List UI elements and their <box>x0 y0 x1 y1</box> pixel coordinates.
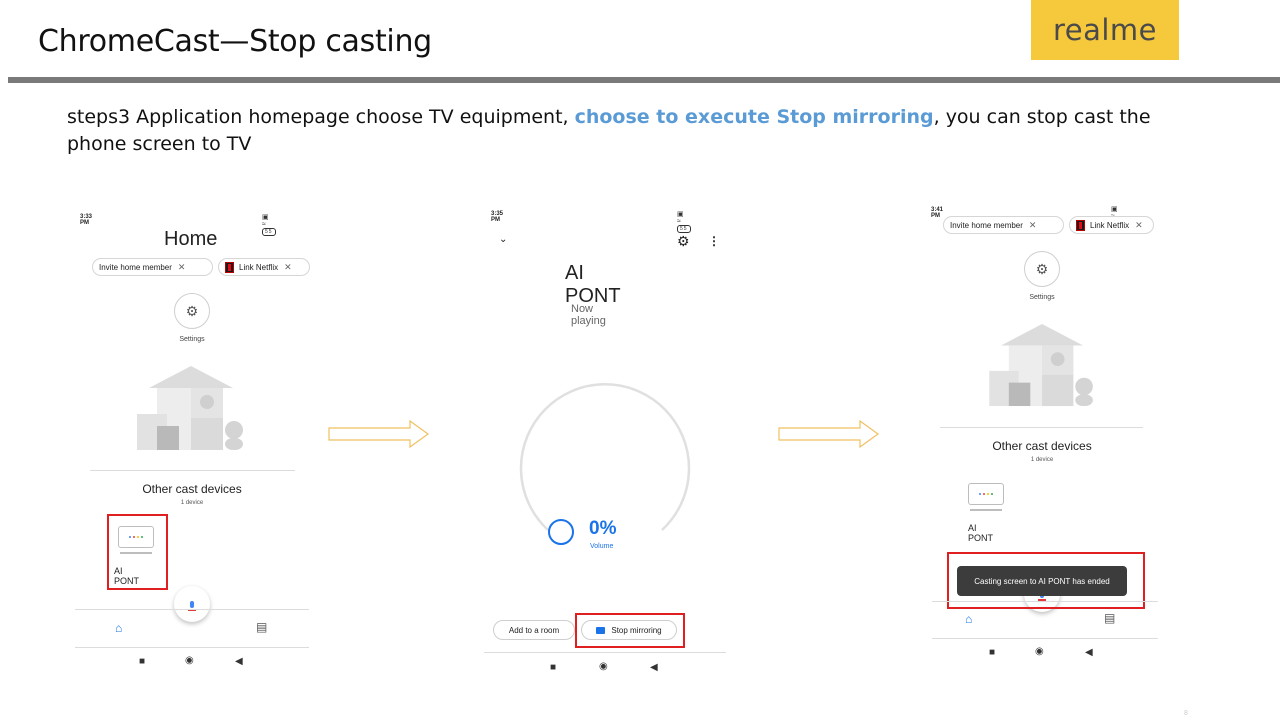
section-divider <box>90 470 295 471</box>
now-playing-label: Now playing <box>571 303 606 327</box>
device-stand <box>970 509 1002 511</box>
settings-label: Settings <box>179 336 205 343</box>
volume-percent: 0% <box>589 518 617 539</box>
add-to-room-button[interactable]: Add to a room <box>493 620 575 640</box>
link-netflix-chip[interactable]: Link Netflix ✕ <box>1069 216 1154 234</box>
status-time: 3:33 PM <box>80 214 93 226</box>
recents-icon[interactable]: ■ <box>989 647 995 658</box>
step-highlight: choose to execute Stop mirroring <box>574 106 934 128</box>
other-devices-title: Other cast devices <box>992 439 1092 453</box>
back-icon[interactable]: ◀ <box>1085 647 1093 658</box>
brand-logo: realme <box>1031 0 1179 60</box>
bottom-bar-divider <box>75 609 309 610</box>
settings-button[interactable]: ⚙ <box>1024 251 1060 287</box>
feed-icon[interactable]: ▤ <box>256 620 267 634</box>
step-prefix: steps3 Application homepage choose TV eq… <box>67 106 575 128</box>
home-illustration <box>989 323 1093 407</box>
page-number: 8 <box>1184 710 1188 717</box>
close-icon[interactable]: ✕ <box>1135 220 1143 231</box>
more-vert-icon[interactable]: ⋮ <box>708 234 720 248</box>
highlight-box-device <box>107 514 168 590</box>
device-dots <box>979 493 993 495</box>
chevron-down-icon[interactable]: ⌄ <box>499 234 507 245</box>
section-divider <box>940 427 1143 428</box>
device-count: 1 device <box>180 500 204 506</box>
home-button-icon[interactable]: ◉ <box>599 661 608 672</box>
gear-icon[interactable]: ⚙ <box>677 233 690 250</box>
close-icon[interactable]: ✕ <box>1029 220 1037 231</box>
volume-knob[interactable] <box>548 519 574 545</box>
home-icon[interactable]: ⌂ <box>115 621 122 635</box>
device-count: 1 device <box>1030 457 1054 463</box>
volume-label: Volume <box>590 543 614 550</box>
system-nav-divider <box>484 652 726 653</box>
other-devices-title: Other cast devices <box>142 482 242 496</box>
feed-icon[interactable]: ▤ <box>1104 611 1115 625</box>
system-nav-divider <box>932 638 1158 639</box>
tv-device-icon[interactable] <box>968 483 1004 505</box>
device-title: AI PONT <box>565 262 621 307</box>
slide-title: ChromeCast—Stop casting <box>38 24 432 59</box>
invite-member-label: Invite home member <box>950 220 1023 230</box>
brand-logo-text: realme <box>1052 13 1158 47</box>
home-button-icon[interactable]: ◉ <box>1035 646 1044 657</box>
slide: ChromeCast—Stop casting realme steps3 Ap… <box>0 0 1280 727</box>
status-time: 3:35 PM <box>491 211 504 223</box>
netflix-icon <box>1076 219 1085 231</box>
settings-label: Settings <box>1029 294 1055 301</box>
status-time: 3:41 PM <box>931 207 944 219</box>
gear-icon: ⚙ <box>1035 260 1049 277</box>
invite-member-label: Invite home member <box>99 262 172 272</box>
page-title: Home <box>164 228 218 250</box>
mic-icon <box>188 600 196 611</box>
mic-button[interactable] <box>174 586 210 622</box>
link-netflix-label: Link Netflix <box>239 262 279 272</box>
close-icon[interactable]: ✕ <box>284 262 292 273</box>
netflix-icon <box>225 261 234 273</box>
home-illustration <box>137 366 243 450</box>
link-netflix-chip[interactable]: Link Netflix ✕ <box>218 258 310 276</box>
home-icon[interactable]: ⌂ <box>965 612 972 626</box>
home-button-icon[interactable]: ◉ <box>185 655 194 666</box>
battery-icon: 55 <box>262 228 276 236</box>
link-netflix-label: Link Netflix <box>1090 220 1130 230</box>
highlight-box-stop <box>575 613 685 648</box>
back-icon[interactable]: ◀ <box>235 656 243 667</box>
recents-icon[interactable]: ■ <box>139 656 145 667</box>
close-icon[interactable]: ✕ <box>178 262 186 273</box>
status-icons: ▣ ≈ 55 <box>677 210 691 233</box>
device-name[interactable]: AI PONT <box>968 523 993 543</box>
back-icon[interactable]: ◀ <box>650 662 658 673</box>
title-divider <box>8 77 1280 83</box>
invite-member-chip[interactable]: Invite home member ✕ <box>943 216 1064 234</box>
add-to-room-label: Add to a room <box>508 625 560 635</box>
invite-member-chip[interactable]: Invite home member ✕ <box>92 258 213 276</box>
recents-icon[interactable]: ■ <box>550 662 556 673</box>
system-nav-divider <box>75 647 309 648</box>
flow-arrow-1 <box>328 420 430 448</box>
battery-icon: 55 <box>677 225 691 233</box>
step-description: steps3 Application homepage choose TV eq… <box>67 104 1207 158</box>
flow-arrow-2 <box>778 420 880 448</box>
settings-button[interactable]: ⚙ <box>174 293 210 329</box>
status-icons: ▣ ≈ 55 <box>262 213 276 236</box>
bottom-bar-divider <box>932 601 1158 602</box>
gear-icon: ⚙ <box>185 302 199 319</box>
